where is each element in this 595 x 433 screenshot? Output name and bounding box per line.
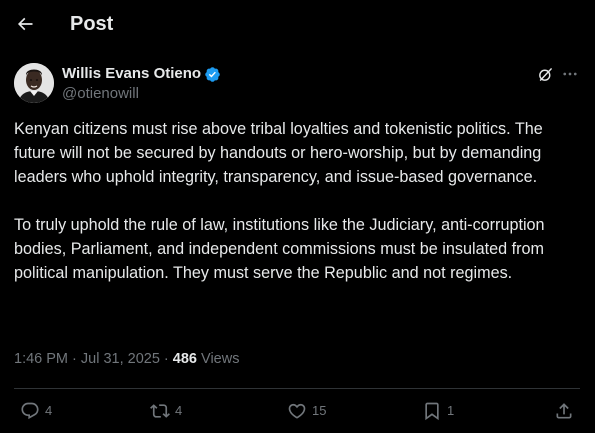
author-name-text: Willis Evans Otieno: [62, 65, 202, 82]
meta-separator: ·: [159, 351, 173, 367]
avatar[interactable]: [14, 63, 54, 103]
like-count: 15: [312, 403, 327, 418]
reply-icon: [21, 402, 39, 420]
post-time[interactable]: 1:46 PM: [14, 351, 68, 367]
reply-button[interactable]: 4: [20, 400, 52, 422]
post-metadata: 1:46 PM · Jul 31, 2025 · 486 Views: [14, 350, 239, 368]
repost-count: 4: [175, 403, 183, 418]
views-label: Views: [201, 351, 240, 367]
grok-icon: [538, 67, 552, 81]
profile-photo: [14, 63, 54, 103]
bookmark-count: 1: [447, 403, 455, 418]
repost-button[interactable]: 4: [150, 400, 182, 422]
repost-icon: [150, 404, 170, 418]
more-options-button[interactable]: [560, 64, 580, 84]
post-paragraph: To truly uphold the rule of law, institu…: [14, 216, 545, 282]
share-icon: [556, 403, 572, 419]
like-button[interactable]: 15: [287, 400, 326, 422]
back-button[interactable]: [10, 9, 40, 39]
verified-badge-icon[interactable]: [204, 66, 221, 83]
reply-count: 4: [45, 403, 53, 418]
bookmark-icon: [425, 402, 439, 421]
arrow-left-icon: [17, 17, 33, 31]
meta-separator: ·: [68, 351, 81, 367]
grok-button[interactable]: [535, 64, 555, 84]
bookmark-button[interactable]: 1: [422, 400, 454, 422]
more-icon: [563, 72, 577, 76]
post-text: Kenyan citizens must rise above tribal l…: [14, 117, 584, 285]
divider: [14, 388, 580, 389]
post-paragraph: Kenyan citizens must rise above tribal l…: [14, 120, 543, 186]
views-count: 486: [172, 351, 197, 367]
author-name[interactable]: Willis Evans Otieno: [62, 65, 221, 83]
post-header: Post: [0, 0, 595, 48]
heart-icon: [288, 403, 306, 419]
page-title: Post: [70, 13, 114, 35]
share-button[interactable]: [554, 400, 574, 422]
post-date[interactable]: Jul 31, 2025: [81, 351, 160, 367]
author-handle[interactable]: @otienowill: [62, 85, 139, 103]
